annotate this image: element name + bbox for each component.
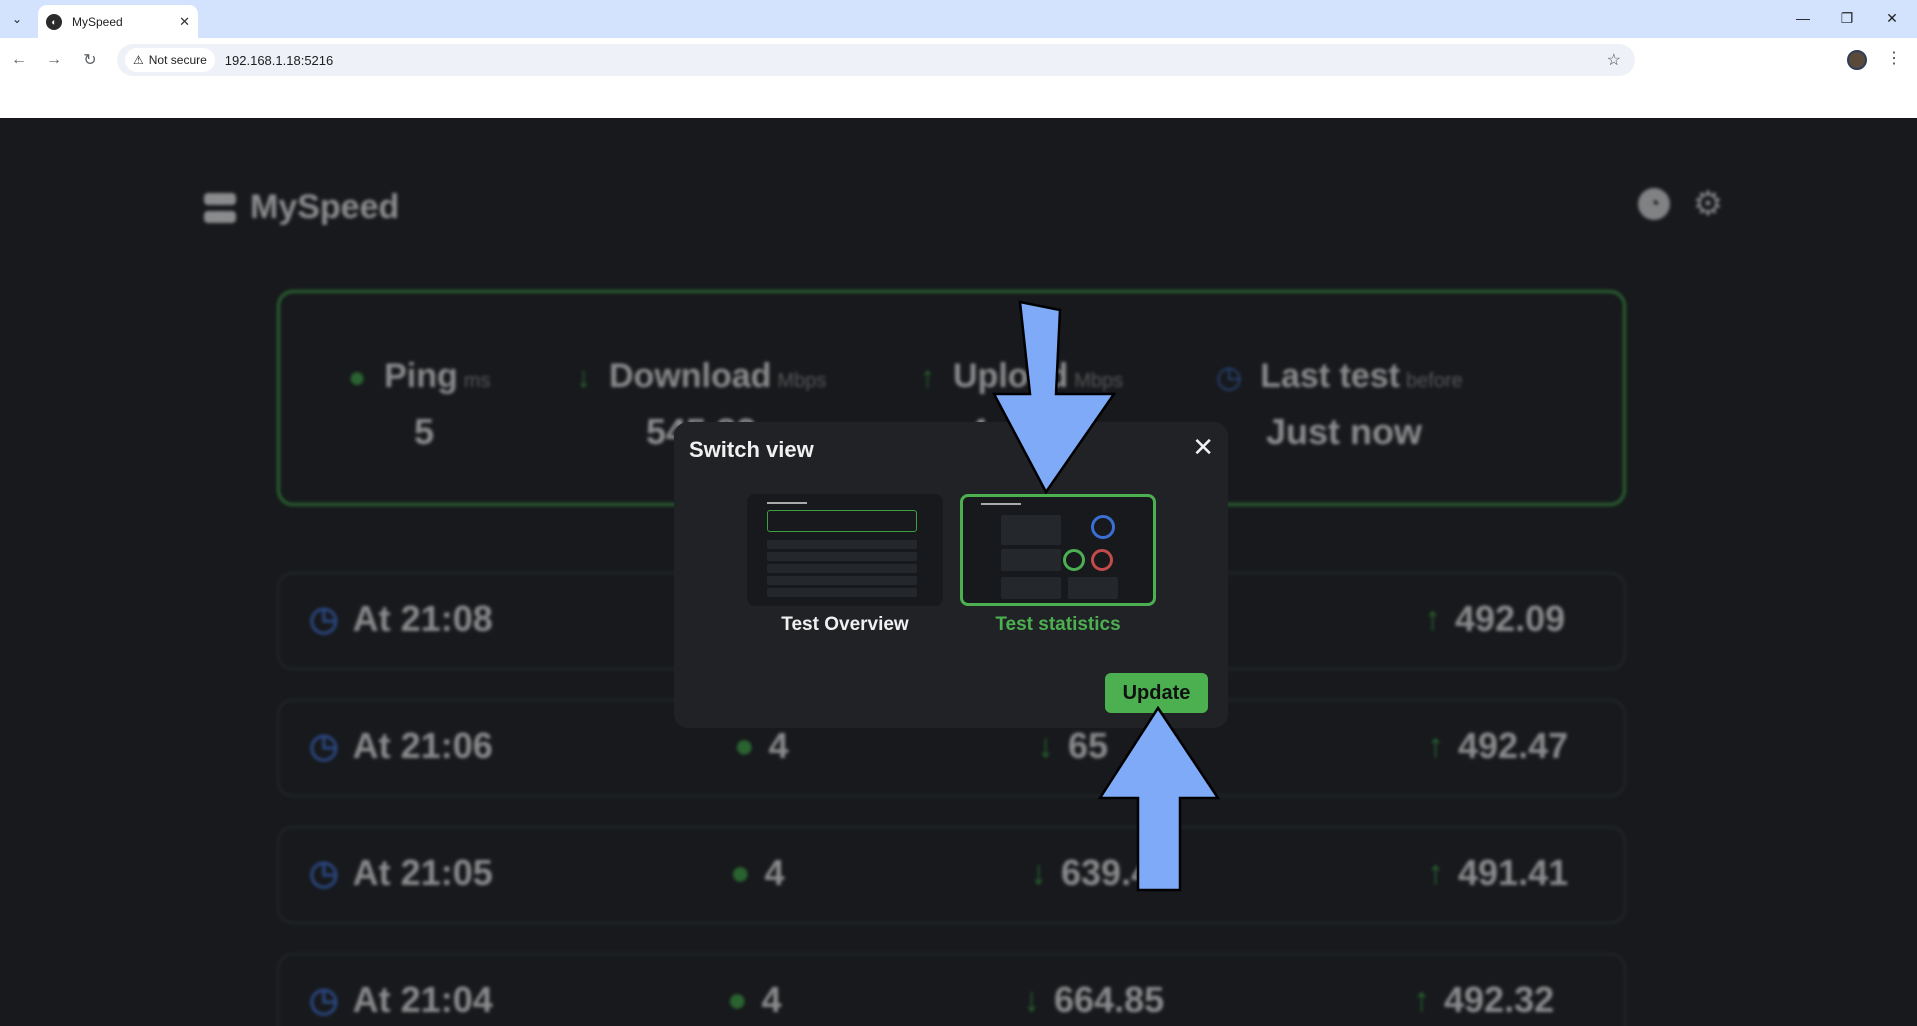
gear-icon[interactable]: ⚙ (1692, 185, 1724, 223)
tab-title: MySpeed (72, 14, 123, 29)
server-icon (204, 192, 236, 223)
stat-ping-value: 5 (414, 411, 435, 452)
download-arrow-icon: ↓ (1037, 726, 1054, 765)
forward-icon[interactable]: → (42, 48, 66, 72)
back-icon[interactable]: ← (7, 48, 31, 72)
history-ping-text: 4 (761, 979, 782, 1020)
history-icon: ◷ (309, 600, 339, 638)
url-text[interactable]: 192.168.1.18:5216 (225, 53, 333, 68)
browser-toolbar: ← → ↻ ⚠ Not secure 192.168.1.18:5216 ☆ ⋮ (0, 38, 1917, 82)
stat-download-label: Download (609, 357, 772, 395)
app-logo: MySpeed (204, 188, 399, 227)
speedometer-favicon-icon: ◐ (46, 13, 62, 30)
history-upload-text: 492.32 (1444, 979, 1555, 1020)
stat-ping: ● Ping ms (348, 357, 490, 396)
option-test-statistics[interactable]: Test statistics (960, 494, 1156, 636)
dialog-title: Switch view (689, 437, 814, 462)
history-upload: ↑ 491.41 (1427, 852, 1568, 894)
ping-icon: ● (727, 980, 748, 1019)
stat-last-test-label: Last test (1260, 357, 1401, 395)
restore-icon[interactable]: ❐ (1825, 6, 1869, 30)
menu-kebab-icon[interactable]: ⋮ (1886, 48, 1902, 68)
ping-icon: ● (348, 361, 367, 394)
history-ping-text: 4 (764, 852, 785, 893)
history-icon: ◷ (309, 727, 339, 765)
speedometer-icon[interactable]: ◔ (1638, 188, 1670, 220)
history-time: ◷ At 21:08 (309, 598, 493, 640)
profile-avatar[interactable] (1847, 50, 1867, 70)
history-download-text: 65 (1068, 725, 1109, 766)
history-upload-text: 492.09 (1455, 598, 1566, 639)
history-ping: ● 4 (734, 725, 789, 767)
stat-last-test-value: Just now (1266, 411, 1423, 452)
stat-download: ↓ Download Mbps (576, 357, 826, 396)
ping-icon: ● (734, 726, 755, 765)
stat-last-test-unit: before (1406, 370, 1463, 392)
address-bar[interactable]: ⚠ Not secure 192.168.1.18:5216 ☆ (117, 44, 1635, 76)
history-time: ◷ At 21:06 (309, 725, 493, 767)
history-time: ◷ At 21:04 (309, 979, 493, 1021)
history-upload-text: 492.47 (1458, 725, 1569, 766)
history-upload: ↑ 492.47 (1427, 725, 1568, 767)
upload-arrow-icon: ↑ (1424, 599, 1441, 638)
tab-close-icon[interactable]: ✕ (179, 14, 190, 30)
history-ping: ● 4 (730, 852, 785, 894)
app-name: MySpeed (250, 188, 400, 226)
browser-tabstrip: ⌄ ◐ MySpeed ✕ — ❐ ✕ (0, 0, 1917, 38)
history-row[interactable]: ◷ At 21:04 ● 4 ↓ 664.85 ↑ 492.32 (277, 953, 1626, 1026)
reload-icon[interactable]: ↻ (78, 48, 102, 72)
switch-view-dialog: Switch view ✕ Test Overview Test statist… (674, 422, 1228, 728)
browser-tab[interactable]: ◐ MySpeed ✕ (38, 5, 198, 38)
upload-arrow-icon: ↑ (1413, 980, 1430, 1019)
page-top-whitespace (0, 82, 1917, 118)
stat-download-unit: Mbps (777, 370, 827, 392)
history-icon: ◷ (309, 854, 339, 892)
history-icon: ◷ (1216, 361, 1243, 394)
history-upload-text: 491.41 (1458, 852, 1569, 893)
upload-arrow-icon: ↑ (1427, 726, 1444, 765)
security-chip[interactable]: ⚠ Not secure (125, 48, 215, 72)
close-icon[interactable]: ✕ (1192, 434, 1214, 460)
stat-last-test: ◷ Last test before (1216, 357, 1463, 396)
tab-search-icon[interactable]: ⌄ (6, 8, 28, 30)
history-time-text: At 21:04 (352, 979, 493, 1020)
history-time: ◷ At 21:05 (309, 852, 493, 894)
overview-preview-thumbnail[interactable] (747, 494, 943, 606)
statistics-preview-thumbnail[interactable] (960, 494, 1156, 606)
history-time-text: At 21:08 (352, 598, 493, 639)
download-arrow-icon: ↓ (1023, 980, 1040, 1019)
ping-icon: ● (730, 853, 751, 892)
history-icon: ◷ (309, 981, 339, 1019)
history-time-text: At 21:05 (352, 852, 493, 893)
history-ping-text: 4 (768, 725, 789, 766)
history-download: ↓ 639.4 (1030, 852, 1151, 894)
history-ping: ● 4 (727, 979, 782, 1021)
stat-upload-label: Upload (953, 357, 1069, 395)
option-label: Test statistics (995, 614, 1121, 635)
history-row[interactable]: ◷ At 21:05 ● 4 ↓ 639.4 ↑ 491.41 (277, 826, 1626, 924)
option-test-overview[interactable]: Test Overview (747, 494, 943, 636)
history-download-text: 639.4 (1061, 852, 1152, 893)
history-upload: ↑ 492.32 (1413, 979, 1554, 1021)
security-label: Not secure (148, 53, 207, 67)
warning-icon: ⚠ (133, 53, 144, 67)
stat-upload: ↑ Upload Mbps (920, 357, 1123, 396)
download-arrow-icon: ↓ (1030, 853, 1047, 892)
download-arrow-icon: ↓ (576, 361, 591, 394)
history-upload: ↑ 492.09 (1424, 598, 1565, 640)
minimize-icon[interactable]: — (1781, 6, 1825, 30)
window-close-icon[interactable]: ✕ (1870, 6, 1914, 30)
stat-upload-unit: Mbps (1074, 370, 1124, 392)
stat-ping-label: Ping (384, 357, 458, 395)
option-label: Test Overview (781, 614, 909, 635)
history-download: ↓ 664.85 (1023, 979, 1164, 1021)
history-download: ↓ 65 (1037, 725, 1108, 767)
stat-ping-unit: ms (463, 370, 491, 392)
bookmark-star-icon[interactable]: ☆ (1607, 50, 1621, 70)
update-button[interactable]: Update (1105, 673, 1208, 713)
history-time-text: At 21:06 (352, 725, 493, 766)
upload-arrow-icon: ↑ (920, 361, 935, 394)
history-download-text: 664.85 (1054, 979, 1165, 1020)
upload-arrow-icon: ↑ (1427, 853, 1444, 892)
